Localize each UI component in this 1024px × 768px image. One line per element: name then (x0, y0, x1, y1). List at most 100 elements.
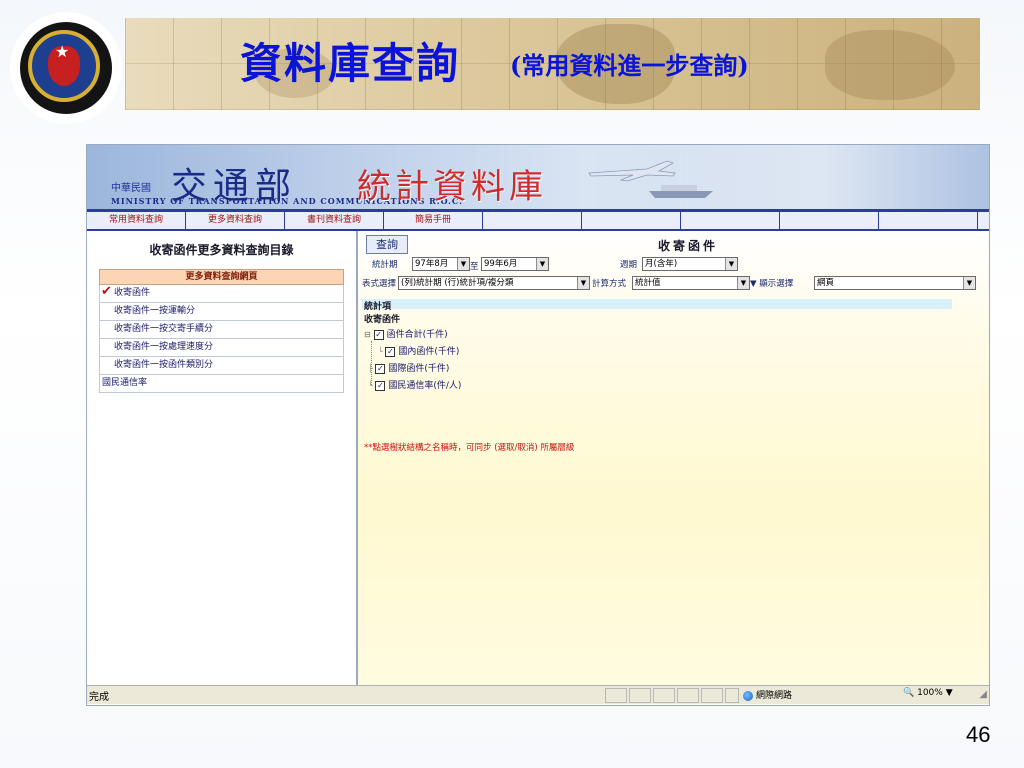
zone-label: 網際網路 (756, 691, 793, 701)
calc-method-select[interactable]: 統計值 ▼ (632, 276, 750, 290)
display-select[interactable]: 網頁 ▼ (814, 276, 976, 290)
frequency-value: 月(含年) (645, 259, 678, 269)
nav-more-query[interactable]: 更多資料查詢 (186, 212, 285, 229)
menu-item-label: 國民通信率 (102, 378, 148, 388)
checkbox[interactable]: ✓ (373, 329, 384, 340)
calc-method-value: 統計值 (635, 278, 661, 288)
period-from-value: 97年8月 (415, 259, 449, 269)
nav-empty-9 (879, 212, 978, 229)
dropdown-arrow-icon: ▼ (457, 258, 469, 270)
period-label: 統計期 (372, 260, 398, 270)
menu-item-by-transport[interactable]: 收寄函件一按運輸分 (99, 303, 344, 321)
display-value: 網頁 (817, 278, 835, 288)
nav-manual[interactable]: 簡易手冊 (384, 212, 483, 229)
calc-method-label: 計算方式 (592, 279, 627, 289)
dropdown-arrow-icon: ▼ (725, 258, 737, 270)
airplane-icon (588, 160, 676, 182)
display-label-text: 顯示選擇 (759, 279, 794, 289)
tree-item-label: 國民通信率(件/人) (388, 381, 462, 391)
nav-empty-8 (780, 212, 879, 229)
table-type-label: 表式選擇 (362, 279, 397, 289)
nav-common-query[interactable]: 常用資料查詢 (87, 212, 186, 229)
menu-header: 更多資料查詢網頁 (99, 269, 344, 285)
tree-item-label: 函件合計(千件) (386, 330, 448, 340)
menu-item-label: 收寄函件一按處理速度分 (114, 342, 214, 352)
status-bar: 完成 網際網路 🔍 100% ▼ ◢ (87, 685, 989, 704)
menu-item-label: 收寄函件 (114, 288, 151, 298)
nav-publication-query[interactable]: 書刊資料查詢 (285, 212, 384, 229)
menu-item-by-procedure[interactable]: 收寄函件一按交寄手續分 (99, 321, 344, 339)
menu-item-label: 收寄函件一按交寄手續分 (114, 324, 214, 334)
nav-empty-5 (483, 212, 582, 229)
period-separator: 至 (470, 262, 479, 272)
ministry-emblem: ★ (14, 16, 118, 120)
country-name: 中華民國 (111, 183, 151, 194)
globe-icon (743, 690, 753, 701)
nav-empty-7 (681, 212, 780, 229)
tree-item-domestic[interactable]: └ ✓ 國內函件(千件) (378, 344, 459, 357)
zoom-value: 100% (917, 688, 943, 698)
database-title: 統計資料庫 (357, 167, 547, 207)
status-segment (629, 688, 651, 703)
dropdown-arrow-icon: ▼ (536, 258, 548, 270)
tree-item-rate[interactable]: └ ✓ 國民通信率(件/人) (368, 378, 461, 391)
security-zone: 網際網路 (743, 688, 792, 701)
status-text: 完成 (89, 692, 109, 703)
table-type-select[interactable]: (列)統計期 (行)統計項/複分類 ▼ (398, 276, 590, 290)
zoom-icon: 🔍 (903, 688, 915, 698)
menu-item-communication-rate[interactable]: 國民通信率 (99, 375, 344, 393)
page-number: 46 (966, 722, 991, 747)
browser-window: 中華民國 交通部 MINISTRY OF TRANSPORTATION AND … (86, 144, 990, 706)
status-segment (605, 688, 627, 703)
slide-title: 資料庫查詢 (240, 39, 461, 88)
left-panel-title: 收寄函件更多資料查詢目錄 (149, 243, 294, 257)
menu-item-by-category[interactable]: 收寄函件一按函件類別分 (99, 357, 344, 375)
right-panel: 查詢 收寄函件 統計期 97年8月 ▼ 至 99年6月 ▼ 週期 月(含年) ▼… (358, 231, 989, 685)
dropdown-arrow-icon: ▼ (577, 277, 589, 289)
top-navigation: 常用資料查詢 更多資料查詢 書刊資料查詢 簡易手冊 (87, 212, 989, 231)
display-label: ▼ 顯示選擇 (750, 277, 793, 289)
period-from-select[interactable]: 97年8月 ▼ (412, 257, 470, 271)
checkbox[interactable]: ✓ (375, 363, 386, 374)
dropdown-arrow-icon: ▼ (963, 277, 975, 289)
stat-group: 收寄函件 (364, 315, 401, 325)
tree-collapse-icon: ⊟ (364, 330, 371, 339)
menu-item-mail[interactable]: ✔ 收寄函件 (99, 284, 344, 303)
site-header: 中華民國 交通部 MINISTRY OF TRANSPORTATION AND … (87, 145, 989, 209)
checkmark-icon: ✔ (101, 284, 112, 299)
resize-grip-icon[interactable]: ◢ (979, 689, 987, 700)
checkbox[interactable]: ✓ (375, 380, 386, 391)
frequency-select[interactable]: 月(含年) ▼ (642, 257, 738, 271)
checkbox[interactable]: ✓ (385, 346, 396, 357)
nav-empty-6 (582, 212, 681, 229)
menu-item-label: 收寄函件一按函件類別分 (114, 360, 214, 370)
tree-item-international[interactable]: ├ ✓ 國際函件(千件) (368, 361, 449, 374)
stat-header-bar (362, 299, 952, 309)
menu-item-by-speed[interactable]: 收寄函件一按處理速度分 (99, 339, 344, 357)
table-type-value: (列)統計期 (行)統計項/複分類 (401, 278, 514, 288)
left-panel: 收寄函件更多資料查詢目錄 更多資料查詢網頁 ✔ 收寄函件 收寄函件一按運輸分 收… (87, 231, 358, 685)
menu-item-label: 收寄函件一按運輸分 (114, 306, 196, 316)
status-segment (725, 688, 739, 703)
tree-item-label: 國內函件(千件) (398, 347, 460, 357)
ship-icon (649, 185, 713, 198)
slide-subtitle: (常用資料進一步查詢) (510, 51, 749, 80)
star-icon: ★ (55, 42, 70, 61)
chevron-down-icon: ▼ (945, 688, 953, 698)
status-segment (701, 688, 723, 703)
frequency-label: 週期 (620, 260, 638, 270)
status-segment (653, 688, 675, 703)
period-to-select[interactable]: 99年6月 ▼ (481, 257, 549, 271)
query-button[interactable]: 查詢 (366, 235, 408, 254)
period-to-value: 99年6月 (484, 259, 518, 269)
display-label-arrow: ▼ (750, 279, 760, 289)
tree-item-label: 國際函件(千件) (388, 364, 450, 374)
query-menu: 更多資料查詢網頁 ✔ 收寄函件 收寄函件一按運輸分 收寄函件一按交寄手續分 收寄… (99, 269, 344, 393)
zoom-control[interactable]: 🔍 100% ▼ (903, 688, 953, 698)
tree-hint-note: **點選樹狀結構之名稱時，可同步 (選取/取消) 所屬層級 (364, 443, 575, 453)
stat-header: 統計項 (364, 302, 392, 312)
data-title: 收寄函件 (658, 239, 719, 253)
dropdown-arrow-icon: ▼ (737, 277, 749, 289)
status-segment (677, 688, 699, 703)
tree-item-total[interactable]: ⊟ ✓ 函件合計(千件) (364, 327, 448, 340)
